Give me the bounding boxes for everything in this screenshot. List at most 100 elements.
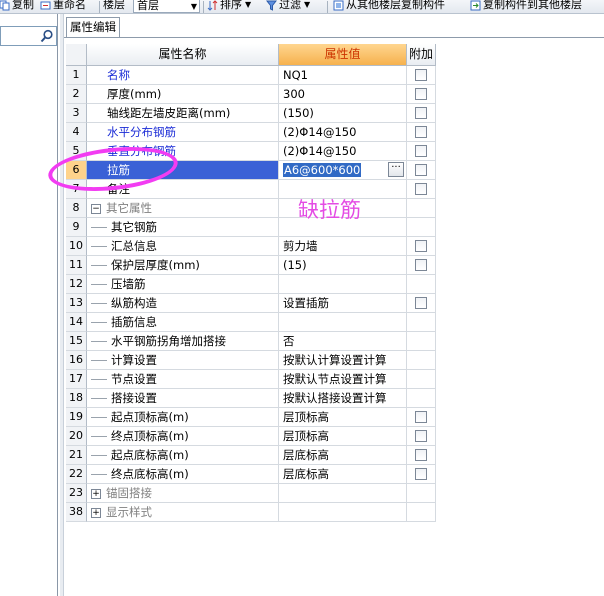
table-row[interactable]: 21 起点底标高(m) 层底标高 — [66, 446, 436, 465]
floor-select[interactable]: 首层 ▼ — [133, 0, 200, 13]
property-value-cell[interactable]: 按默认搭接设置计算 — [279, 389, 407, 408]
table-row[interactable]: 10 汇总信息 剪力墙 — [66, 237, 436, 256]
extra-checkbox[interactable] — [415, 297, 427, 309]
table-row[interactable]: 19 起点顶标高(m) 层顶标高 — [66, 408, 436, 427]
property-name-label: 压墙筋 — [111, 277, 146, 291]
name-column-header[interactable]: 属性名称 — [87, 44, 279, 66]
property-name-cell[interactable]: 搭接设置 — [87, 389, 279, 408]
filter-button[interactable]: 过滤 ▼ — [266, 0, 310, 13]
property-name-cell[interactable]: 保护层厚度(mm) — [87, 256, 279, 275]
property-value-cell[interactable]: 层底标高 — [279, 446, 407, 465]
table-row[interactable]: 16 计算设置 按默认计算设置计算 — [66, 351, 436, 370]
table-row[interactable]: 13 纵筋构造 设置插筋 — [66, 294, 436, 313]
property-value-text: (2)Φ14@150 — [283, 125, 357, 139]
property-name-cell[interactable]: 纵筋构造 — [87, 294, 279, 313]
property-value-cell[interactable]: 否 — [279, 332, 407, 351]
property-value-cell[interactable]: NQ1 — [279, 66, 407, 85]
extra-checkbox[interactable] — [415, 126, 427, 138]
table-row[interactable]: 14 插筋信息 — [66, 313, 436, 332]
property-value-cell[interactable] — [279, 503, 407, 522]
property-name-label: 汇总信息 — [111, 239, 157, 253]
extra-checkbox[interactable] — [415, 164, 427, 176]
property-value-editor[interactable]: A6@600*600 ··· — [279, 161, 407, 180]
property-value-cell[interactable]: 层顶标高 — [279, 427, 407, 446]
property-name-cell[interactable]: 汇总信息 — [87, 237, 279, 256]
extra-column-header[interactable]: 附加 — [407, 44, 436, 66]
property-value-cell[interactable]: (2)Φ14@150 — [279, 142, 407, 161]
table-row[interactable]: 23 + 锚固搭接 — [66, 484, 436, 503]
extra-checkbox[interactable] — [415, 145, 427, 157]
property-value-cell[interactable]: 按默认节点设置计算 — [279, 370, 407, 389]
table-row[interactable]: 2 厚度(mm) 300 — [66, 85, 436, 104]
property-name-cell[interactable]: + 锚固搭接 — [87, 484, 279, 503]
property-name-cell[interactable]: 终点底标高(m) — [87, 465, 279, 484]
property-value-cell[interactable]: 300 — [279, 85, 407, 104]
property-name-cell[interactable]: 压墙筋 — [87, 275, 279, 294]
table-row[interactable]: 4 水平分布钢筋 (2)Φ14@150 — [66, 123, 436, 142]
property-value-cell[interactable]: 按默认计算设置计算 — [279, 351, 407, 370]
extra-checkbox[interactable] — [415, 88, 427, 100]
table-row[interactable]: 1 名称 NQ1 — [66, 66, 436, 85]
property-name-cell[interactable]: 起点底标高(m) — [87, 446, 279, 465]
expand-icon[interactable]: + — [91, 507, 101, 518]
table-row[interactable]: 15 水平钢筋拐角增加搭接 否 — [66, 332, 436, 351]
table-row[interactable]: 3 轴线距左墙皮距离(mm) (150) — [66, 104, 436, 123]
property-value-cell[interactable] — [279, 275, 407, 294]
table-row[interactable]: 8− 其它属性 — [66, 199, 436, 218]
search-icon[interactable] — [40, 29, 54, 43]
property-value-text[interactable]: A6@600*600 — [283, 163, 362, 177]
splitter[interactable] — [60, 14, 64, 596]
extra-checkbox[interactable] — [415, 449, 427, 461]
property-value-cell[interactable] — [279, 484, 407, 503]
table-row[interactable]: 12 压墙筋 — [66, 275, 436, 294]
property-value-cell[interactable]: (2)Φ14@150 — [279, 123, 407, 142]
property-value-cell[interactable]: (15) — [279, 256, 407, 275]
collapse-icon[interactable]: − — [91, 203, 101, 214]
property-name-cell[interactable]: 起点顶标高(m) — [87, 408, 279, 427]
copy-from-floor-icon — [333, 0, 344, 10]
property-name-cell[interactable]: 水平分布钢筋 — [87, 123, 279, 142]
table-row[interactable]: 18 搭接设置 按默认搭接设置计算 — [66, 389, 436, 408]
copy-button[interactable]: 复制 — [0, 0, 34, 13]
extra-checkbox[interactable] — [415, 69, 427, 81]
copy-from-floor-button[interactable]: 从其他楼层复制构件 — [333, 0, 445, 13]
property-name-cell[interactable]: 终点顶标高(m) — [87, 427, 279, 446]
extra-checkbox[interactable] — [415, 107, 427, 119]
property-name-cell[interactable]: 厚度(mm) — [87, 85, 279, 104]
property-name-cell[interactable]: + 显示样式 — [87, 503, 279, 522]
table-row[interactable]: 38 + 显示样式 — [66, 503, 436, 522]
expand-icon[interactable]: + — [91, 488, 101, 499]
property-name-cell[interactable]: 名称 — [87, 66, 279, 85]
property-name-cell[interactable]: 插筋信息 — [87, 313, 279, 332]
property-value-cell[interactable]: (150) — [279, 104, 407, 123]
extra-checkbox[interactable] — [415, 240, 427, 252]
copy-to-floor-button[interactable]: 复制构件到其他楼层 — [470, 0, 582, 13]
search-input[interactable] — [0, 26, 57, 46]
property-name-cell[interactable]: 水平钢筋拐角增加搭接 — [87, 332, 279, 351]
property-name-cell[interactable]: 节点设置 — [87, 370, 279, 389]
value-column-header[interactable]: 属性值 — [279, 44, 407, 66]
tab-property-edit[interactable]: 属性编辑 — [66, 17, 120, 37]
table-row[interactable]: 9 其它钢筋 — [66, 218, 436, 237]
property-name-cell[interactable]: 其它钢筋 — [87, 218, 279, 237]
ellipsis-button[interactable]: ··· — [388, 162, 404, 177]
rename-button[interactable]: 重命名 — [40, 0, 86, 13]
property-value-cell[interactable]: 层顶标高 — [279, 408, 407, 427]
property-name-cell[interactable]: 计算设置 — [87, 351, 279, 370]
extra-checkbox[interactable] — [415, 430, 427, 442]
property-name-cell[interactable]: 轴线距左墙皮距离(mm) — [87, 104, 279, 123]
table-row[interactable]: 20 终点顶标高(m) 层顶标高 — [66, 427, 436, 446]
table-row[interactable]: 22 终点底标高(m) 层底标高 — [66, 465, 436, 484]
table-row[interactable]: 11 保护层厚度(mm) (15) — [66, 256, 436, 275]
sort-button[interactable]: 排序 ▼ — [207, 0, 251, 13]
table-row[interactable]: 17 节点设置 按默认节点设置计算 — [66, 370, 436, 389]
extra-checkbox[interactable] — [415, 183, 427, 195]
property-name-cell[interactable]: − 其它属性 — [87, 199, 279, 218]
property-value-cell[interactable] — [279, 313, 407, 332]
property-value-cell[interactable]: 层底标高 — [279, 465, 407, 484]
property-value-cell[interactable]: 剪力墙 — [279, 237, 407, 256]
extra-checkbox[interactable] — [415, 411, 427, 423]
extra-checkbox[interactable] — [415, 259, 427, 271]
extra-checkbox[interactable] — [415, 468, 427, 480]
property-value-cell[interactable]: 设置插筋 — [279, 294, 407, 313]
